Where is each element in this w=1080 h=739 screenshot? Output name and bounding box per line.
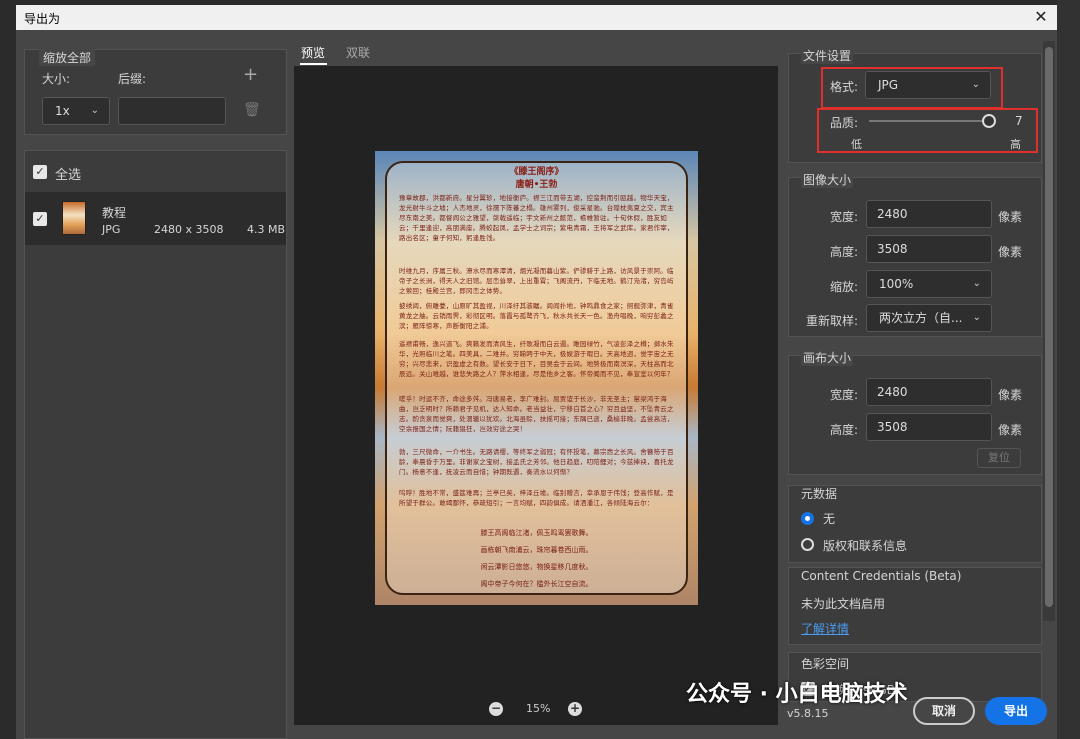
- height-label: 高度:: [830, 245, 859, 259]
- metadata-none-label: 无: [823, 512, 836, 526]
- document-paragraph: 豫章故郡，洪都新府。星分翼轸，地接衡庐。襟三江而带五湖，控蛮荆而引瓯越。物华天宝…: [399, 194, 674, 242]
- quality-highlight: [817, 108, 1038, 153]
- zoom-out-button[interactable]: −: [489, 702, 503, 716]
- settings-scrollbar[interactable]: [1043, 41, 1055, 621]
- scale-all-title: 缩放全部: [39, 49, 96, 66]
- asset-dimensions: 2480 x 3508: [154, 223, 224, 236]
- size-select-value: 1x: [55, 104, 70, 118]
- metadata-copyright-label: 版权和联系信息: [823, 539, 908, 553]
- document-title: 《滕王阁序》: [509, 167, 564, 177]
- asset-thumbnail: [62, 201, 86, 235]
- document-paragraph: 勃，三尺微命，一介书生。无路请缨，等终军之弱冠；有怀投笔，慕宗悫之长风。舍簪笏于…: [399, 448, 674, 476]
- document-poem-line: 阁中帝子今何在？槛外长江空自流。: [480, 580, 593, 588]
- add-icon[interactable]: +: [243, 64, 258, 85]
- image-size-panel: 图像大小 宽度: 2480 像素 高度: 3508 像素 缩放: 100% ⌄ 重…: [788, 171, 1042, 337]
- document-paragraph: 呜呼！胜地不常，盛筵难再；兰亭已矣，梓泽丘墟。临别赠言，幸承恩于伟饯；登高作赋，…: [399, 489, 674, 507]
- document-paragraph: 遥襟甫畅，逸兴遄飞。爽籁发而清风生，纤歌凝而白云遏。睢园绿竹，气凌彭泽之樽；邺水…: [399, 340, 674, 378]
- tab-side-by-side[interactable]: 双联: [346, 44, 370, 61]
- scale-select-value: 100%: [879, 277, 914, 291]
- asset-list-panel: ✓ 全选 ✓ 教程 JPG 2480 x 3508 4.3 MB: [24, 150, 287, 739]
- trash-icon[interactable]: 🗑: [243, 102, 261, 118]
- canvas-height-label: 高度:: [830, 423, 859, 437]
- asset-checkbox[interactable]: ✓: [33, 212, 47, 226]
- document-poem-line: 滕王高阁临江渚，佩玉鸣鸾罢歌舞。: [480, 529, 593, 537]
- document-poem-line: 画栋朝飞南浦云，珠帘暮卷西山雨。: [480, 546, 593, 554]
- export-as-dialog: 导出为 ✕ 缩放全部 大小: 后缀: + 1x ⌄ 🗑 ✓ 全选 ✓ 教程 JPG…: [16, 5, 1057, 739]
- document-paragraph: 嗟乎！时运不齐，命途多舛。冯唐易老，李广难封。屈贾谊于长沙，非无圣主；窜梁鸿于海…: [399, 395, 674, 433]
- height-input[interactable]: 3508: [866, 235, 992, 263]
- asset-row[interactable]: ✓ 教程 JPG 2480 x 3508 4.3 MB: [25, 192, 286, 245]
- color-space-title: 色彩空间: [801, 657, 850, 671]
- document-paragraph: 披绣闼，俯雕甍，山原旷其盈视，川泽纡其骇瞩。闾阎扑地，钟鸣鼎食之家；舸舰弥津，青…: [399, 302, 674, 330]
- version-label: v5.8.15: [787, 707, 829, 720]
- size-label: 大小:: [42, 72, 71, 86]
- canvas-height-input[interactable]: 3508: [866, 413, 992, 441]
- document-author: 唐朝•王勃: [515, 180, 558, 190]
- content-credentials-status: 未为此文档启用: [801, 597, 886, 611]
- chevron-down-icon: ⌄: [972, 278, 981, 289]
- suffix-label: 后缀:: [118, 72, 147, 86]
- scrollbar-thumb[interactable]: [1045, 47, 1053, 607]
- scale-all-panel: 缩放全部 大小: 后缀: + 1x ⌄ 🗑: [24, 49, 287, 135]
- resample-label: 重新取样:: [806, 314, 859, 328]
- chevron-down-icon: ⌄: [972, 312, 981, 323]
- asset-name: 教程: [102, 206, 127, 220]
- size-select[interactable]: 1x ⌄: [42, 97, 110, 125]
- image-size-title: 图像大小: [801, 171, 854, 188]
- scale-label: 缩放:: [830, 280, 859, 294]
- cancel-button[interactable]: 取消: [913, 697, 975, 725]
- canvas-width-unit: 像素: [998, 388, 1023, 402]
- metadata-title: 元数据: [801, 487, 838, 501]
- height-unit: 像素: [998, 245, 1023, 259]
- zoom-value: 15%: [526, 702, 551, 715]
- format-highlight: [821, 67, 1003, 109]
- width-label: 宽度:: [830, 210, 859, 224]
- canvas-height-unit: 像素: [998, 423, 1023, 437]
- resample-select[interactable]: 两次立方（自... ⌄: [866, 304, 992, 332]
- export-button[interactable]: 导出: [985, 697, 1047, 725]
- tab-preview[interactable]: 预览: [301, 44, 325, 61]
- background-app-edge: [1057, 0, 1080, 739]
- watermark: 公众号 · 小白电脑技术: [686, 682, 908, 707]
- document-paragraph: 时维九月，序属三秋。潦水尽而寒潭清，烟光凝而暮山紫。俨骖騑于上路，访风景于崇阿。…: [399, 267, 674, 295]
- select-all-label: 全选: [55, 168, 82, 183]
- file-settings-title: 文件设置: [801, 47, 854, 64]
- learn-more-link[interactable]: 了解详情: [801, 620, 849, 637]
- reset-button[interactable]: 复位: [977, 448, 1021, 468]
- canvas-width-input[interactable]: 2480: [866, 378, 992, 406]
- select-all-checkbox[interactable]: ✓: [33, 165, 47, 179]
- canvas-size-title: 画布大小: [801, 349, 854, 366]
- document-poem-line: 闲云潭影日悠悠，物换星移几度秋。: [480, 563, 593, 571]
- asset-filesize: 4.3 MB: [247, 223, 286, 236]
- content-credentials-panel: Content Credentials (Beta) 未为此文档启用 了解详情: [788, 567, 1042, 645]
- metadata-copyright-radio[interactable]: [801, 538, 814, 551]
- canvas-width-label: 宽度:: [830, 388, 859, 402]
- metadata-panel: 元数据 无 版权和联系信息: [788, 485, 1042, 563]
- zoom-in-button[interactable]: +: [568, 702, 582, 716]
- asset-format: JPG: [102, 223, 121, 236]
- width-input[interactable]: 2480: [866, 200, 992, 228]
- title-bar: 导出为 ✕: [16, 5, 1057, 30]
- canvas-size-panel: 画布大小 宽度: 2480 像素 高度: 3508 像素 复位: [788, 349, 1042, 475]
- resample-select-value: 两次立方（自...: [879, 311, 963, 325]
- dialog-title: 导出为: [24, 12, 61, 26]
- width-unit: 像素: [998, 210, 1023, 224]
- tab-preview-underline: [300, 63, 327, 65]
- document-preview: 《滕王阁序》 唐朝•王勃 豫章故郡，洪都新府。星分翼轸，地接衡庐。襟三江而带五湖…: [375, 151, 698, 605]
- close-icon[interactable]: ✕: [1031, 7, 1051, 27]
- content-credentials-title: Content Credentials (Beta): [801, 569, 962, 583]
- metadata-none-radio[interactable]: [801, 512, 814, 525]
- chevron-down-icon: ⌄: [90, 105, 99, 116]
- scale-select[interactable]: 100% ⌄: [866, 270, 992, 298]
- suffix-input[interactable]: [118, 97, 226, 125]
